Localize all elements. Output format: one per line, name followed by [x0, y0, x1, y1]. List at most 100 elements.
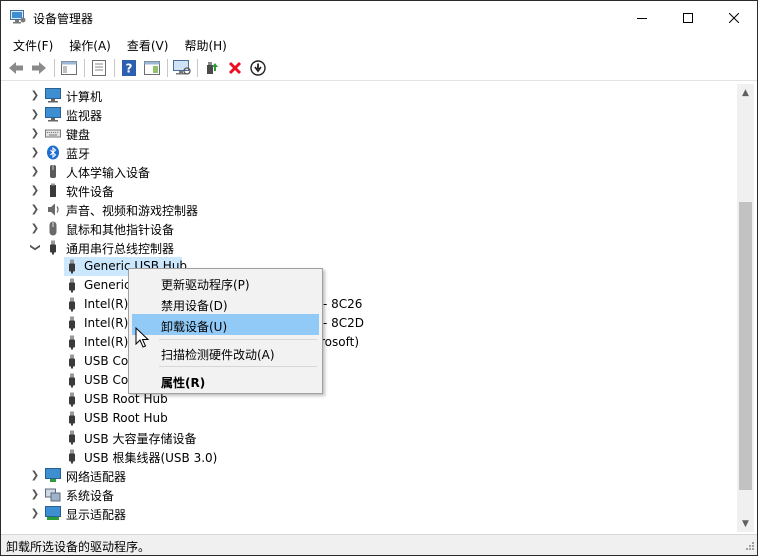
maximize-button[interactable]	[665, 1, 711, 34]
menu-view[interactable]: 查看(V)	[119, 34, 177, 55]
menu-item-label: 更新驱动程序(P)	[161, 278, 250, 292]
tree-node-label: 人体学输入设备	[66, 166, 151, 180]
menu-item-uninstall-device[interactable]: 卸载设备(U)	[132, 314, 319, 335]
device-manager-window: 设备管理器 文件(F) 操作(A) 查看(V) 帮助(H) ? ❯ 计算机 ❯ …	[0, 0, 758, 556]
menu-item-properties[interactable]: 属性(R)	[132, 370, 319, 391]
toolbar-separator	[197, 59, 198, 77]
menu-separator	[159, 366, 317, 367]
network-adapter-icon	[45, 468, 61, 482]
minimize-icon	[637, 17, 647, 19]
help-button[interactable]: ?	[119, 58, 139, 78]
tree-node-label: 通用串行总线控制器	[66, 242, 175, 256]
usb-icon	[69, 354, 75, 369]
svg-text:?: ?	[126, 62, 133, 76]
tree-node-label: USB Root Hub	[84, 392, 168, 406]
tree-node-label: USB 大容量存储设备	[84, 432, 197, 446]
scan-hardware-button[interactable]	[172, 58, 192, 78]
device-manager-icon	[10, 10, 26, 24]
menu-bar: 文件(F) 操作(A) 查看(V) 帮助(H)	[1, 34, 757, 55]
mouse-cursor-icon	[135, 327, 149, 348]
close-icon	[729, 12, 739, 23]
show-hide-console-tree-button[interactable]	[59, 58, 79, 78]
tree-node-label: 计算机	[66, 90, 103, 104]
menu-item-label: 扫描检测硬件改动(A)	[161, 348, 275, 362]
tree-node-label: 鼠标和其他指针设备	[66, 223, 175, 237]
scroll-down-arrow-icon[interactable]: ▼	[737, 515, 754, 532]
uninstall-device-button[interactable]	[225, 58, 245, 78]
mouse-icon	[49, 221, 57, 236]
forward-button[interactable]	[29, 58, 49, 78]
toolbar-separator	[167, 59, 168, 77]
action-pane-button[interactable]	[142, 58, 162, 78]
tree-node-label: USB Co	[84, 373, 129, 387]
tree-node-label: 蓝牙	[66, 147, 91, 161]
expand-chevron-icon[interactable]: ❯	[28, 124, 42, 143]
vertical-scrollbar[interactable]: ▲ ▼	[737, 84, 754, 532]
back-icon	[9, 62, 23, 74]
software-device-icon	[50, 183, 56, 197]
scrollbar-thumb[interactable]	[739, 202, 752, 490]
usb-icon	[69, 430, 75, 445]
speaker-icon	[48, 203, 59, 216]
toolbar: ?	[1, 56, 757, 81]
usb-icon	[69, 297, 75, 312]
list-view-icon	[92, 60, 106, 76]
tree-node-label: 系统设备	[66, 489, 115, 503]
toolbar-separator	[114, 59, 115, 77]
back-button[interactable]	[6, 58, 26, 78]
toolbar-separator	[84, 59, 85, 77]
menu-item-label: 卸载设备(U)	[161, 320, 228, 334]
status-bar: 卸载所选设备的驱动程序。	[1, 534, 757, 555]
properties-button[interactable]	[89, 58, 109, 78]
minimize-button[interactable]	[619, 1, 665, 34]
resize-grip-icon[interactable]	[743, 541, 755, 553]
properties-view-icon	[61, 61, 77, 75]
status-text: 卸载所选设备的驱动程序。	[6, 540, 151, 554]
expand-chevron-icon[interactable]: ❯	[28, 466, 42, 485]
usb-icon	[69, 259, 75, 274]
tree-node-label: Generic	[84, 278, 131, 292]
expand-chevron-icon[interactable]: ❯	[28, 200, 42, 219]
menu-action[interactable]: 操作(A)	[61, 34, 119, 55]
details-view-icon	[144, 61, 160, 75]
menu-file[interactable]: 文件(F)	[5, 34, 61, 55]
context-menu: 更新驱动程序(P) 禁用设备(D) 卸载设备(U) 扫描检测硬件改动(A) 属性…	[128, 268, 323, 394]
usb-icon	[69, 278, 75, 293]
update-driver-button[interactable]	[202, 58, 222, 78]
close-button[interactable]	[711, 1, 757, 34]
scroll-up-arrow-icon[interactable]: ▲	[737, 84, 754, 101]
menu-item-label: 禁用设备(D)	[161, 299, 228, 313]
tree-node-label-suffix: - 8C2D	[323, 316, 365, 330]
tree-node-label: Intel(R)	[84, 297, 129, 311]
usb-icon	[69, 335, 75, 350]
expand-chevron-icon[interactable]: ❯	[28, 162, 42, 181]
menu-item-disable-device[interactable]: 禁用设备(D)	[132, 293, 319, 314]
menu-help[interactable]: 帮助(H)	[176, 34, 234, 55]
tree-node-label: 软件设备	[66, 185, 115, 199]
tree-node-label: USB Co	[84, 354, 129, 368]
collapse-chevron-icon[interactable]: ❯	[26, 241, 45, 255]
bluetooth-icon	[47, 145, 59, 160]
disable-device-icon	[250, 60, 266, 76]
hid-icon	[50, 165, 56, 178]
menu-item-label: 属性(R)	[161, 376, 206, 390]
usb-icon	[69, 373, 75, 388]
tree-node-label: 网络适配器	[66, 470, 127, 484]
expand-chevron-icon[interactable]: ❯	[28, 143, 42, 162]
expand-chevron-icon[interactable]: ❯	[28, 504, 42, 523]
tree-node-label: 声音、视频和游戏控制器	[66, 204, 199, 218]
expand-chevron-icon[interactable]: ❯	[28, 86, 42, 105]
help-icon: ?	[122, 60, 136, 76]
expand-chevron-icon[interactable]: ❯	[28, 181, 42, 200]
menu-item-scan-hardware[interactable]: 扫描检测硬件改动(A)	[132, 342, 319, 363]
uninstall-icon	[228, 61, 242, 75]
menu-item-update-driver[interactable]: 更新驱动程序(P)	[132, 272, 319, 293]
expand-chevron-icon[interactable]: ❯	[28, 105, 42, 124]
toolbar-separator	[54, 59, 55, 77]
expand-chevron-icon[interactable]: ❯	[28, 485, 42, 504]
device-tree: ❯ 计算机 ❯ 监视器 ❯ 键盘 ❯ 蓝牙 ❯ 人体学输入设备 ❯ 软件设备 ❯…	[2, 84, 735, 532]
expand-chevron-icon[interactable]: ❯	[28, 219, 42, 238]
disable-device-button[interactable]	[248, 58, 268, 78]
computer-icon	[45, 88, 61, 103]
tree-node-label-suffix: rosoft)	[320, 335, 360, 349]
